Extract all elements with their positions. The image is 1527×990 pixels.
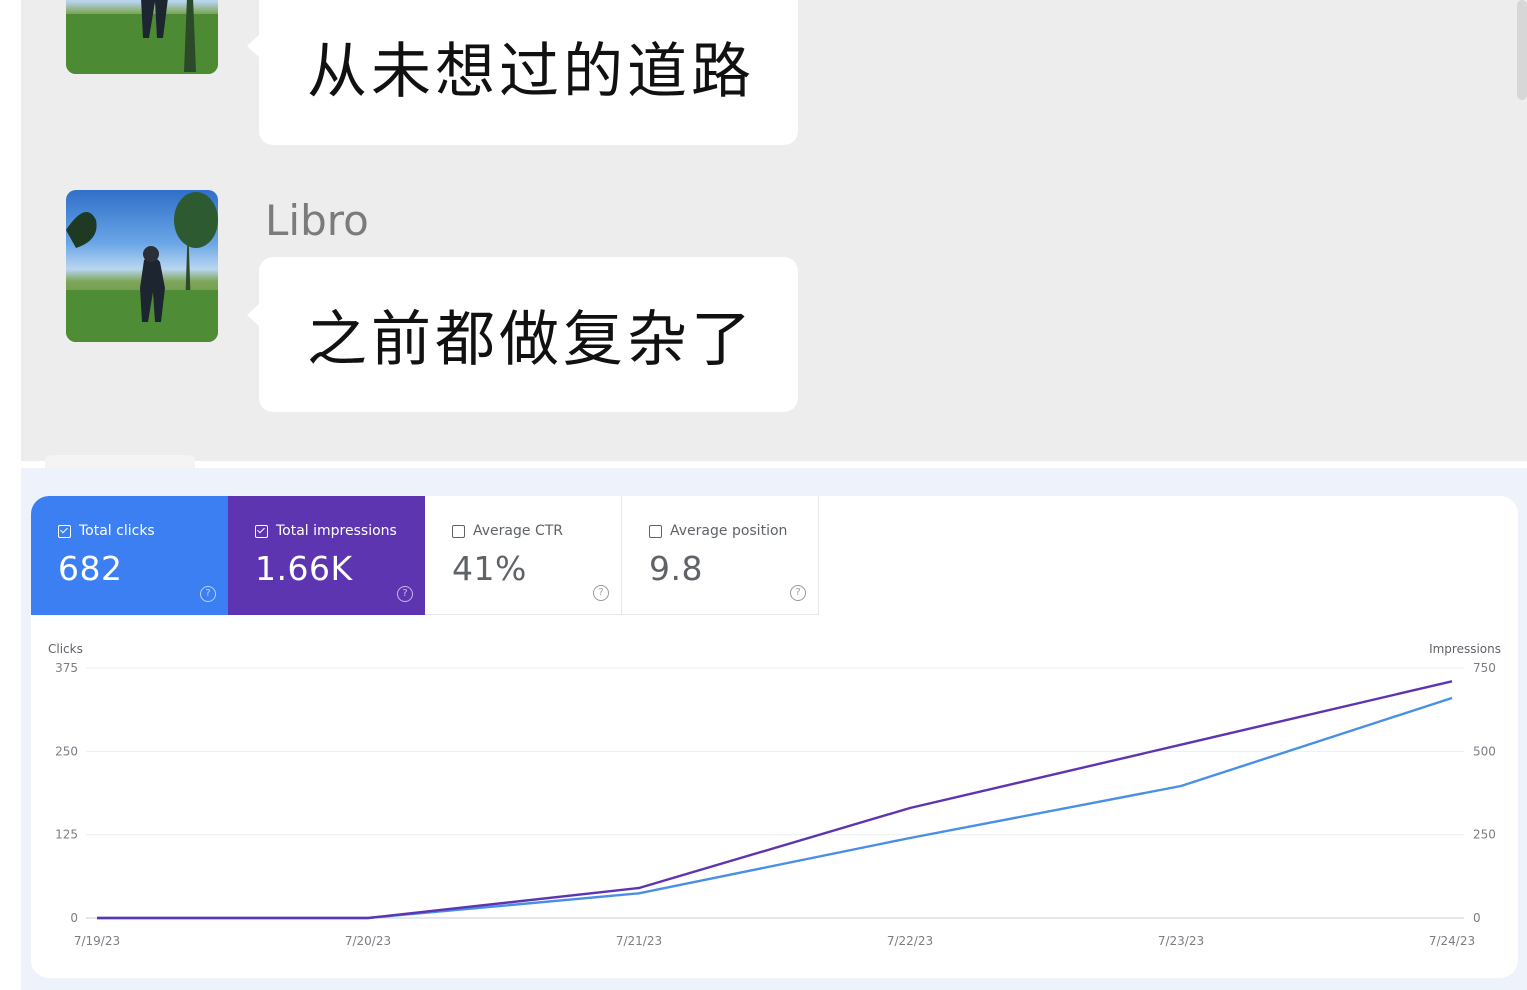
- message-text: 从未想过的道路: [307, 37, 755, 107]
- scrollbar[interactable]: [1517, 0, 1527, 100]
- left-tick-label: 375: [55, 661, 78, 675]
- left-tick-label: 250: [55, 744, 78, 758]
- x-tick-label: 7/22/23: [887, 934, 933, 948]
- right-tick-label: 750: [1473, 661, 1496, 675]
- chat-panel: 从未想过的道路 Libro 之前都做复杂了: [21, 0, 1527, 461]
- x-tick-label: 7/20/23: [345, 934, 391, 948]
- left-tick-label: 125: [55, 828, 78, 842]
- message-bubble[interactable]: 从未想过的道路: [247, 0, 798, 145]
- series-line-impressions: [97, 680, 1453, 920]
- right-tick-label: 250: [1473, 828, 1496, 842]
- x-tick-label: 7/19/23: [74, 934, 120, 948]
- performance-card: Total clicks 682 ? Total impressions 1.6…: [31, 496, 1518, 978]
- right-tick-label: 500: [1473, 744, 1496, 758]
- next-avatar-peek: [45, 455, 195, 469]
- x-tick-label: 7/23/23: [1158, 934, 1204, 948]
- sender-name: Libro: [265, 196, 369, 245]
- avatar[interactable]: [66, 190, 218, 342]
- avatar[interactable]: [66, 0, 218, 74]
- left-tick-label: 0: [70, 911, 78, 925]
- performance-panel: Total clicks 682 ? Total impressions 1.6…: [21, 468, 1527, 990]
- series-line-clicks: [97, 696, 1453, 920]
- performance-chart[interactable]: 0 125 250 375 0 250 500 750 7/19/23 7/20/23 7/21/2…: [31, 496, 1518, 978]
- x-tick-label: 7/24/23: [1429, 934, 1475, 948]
- x-tick-label: 7/21/23: [616, 934, 662, 948]
- message-bubble[interactable]: 之前都做复杂了: [247, 257, 798, 412]
- message-text: 之前都做复杂了: [307, 305, 755, 375]
- right-tick-label: 0: [1473, 911, 1481, 925]
